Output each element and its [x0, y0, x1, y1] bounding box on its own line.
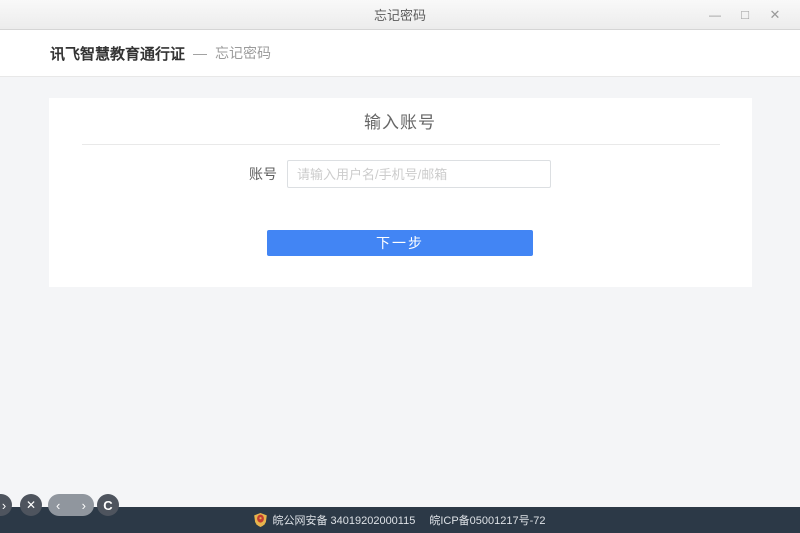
account-input[interactable]	[287, 160, 551, 188]
icp-record-text: 皖ICP备05001217号-72	[429, 512, 545, 528]
history-nav-pill: ‹ ›	[48, 494, 94, 516]
breadcrumb-current: 忘记密码	[215, 43, 271, 63]
bottom-bar: 皖公网安备 34019202000115 皖ICP备05001217号-72	[0, 507, 800, 533]
next-step-button[interactable]: 下一步	[267, 230, 533, 256]
chevron-right-icon: ›	[82, 498, 86, 513]
card-title: 输入账号	[49, 98, 752, 135]
account-form-row: 账号	[49, 160, 752, 188]
card-divider	[82, 144, 720, 145]
forward-button[interactable]: ›	[82, 499, 86, 512]
close-page-button[interactable]: ✕	[20, 494, 42, 516]
window-controls: — □ ✕	[700, 0, 800, 30]
forgot-password-card: 输入账号 账号 下一步	[49, 98, 752, 287]
account-label: 账号	[249, 164, 277, 184]
main-area: 输入账号 账号 下一步	[0, 77, 800, 506]
chevron-left-icon: ‹	[56, 498, 60, 513]
refresh-icon: C	[103, 499, 112, 512]
chevron-right-icon: ›	[2, 499, 6, 512]
window-title: 忘记密码	[374, 5, 426, 24]
minimize-icon[interactable]: —	[700, 0, 730, 30]
app-window: 忘记密码 — □ ✕ 讯飞智慧教育通行证 — 忘记密码 输入账号 账号 下一步 …	[0, 0, 800, 533]
police-record-text: 皖公网安备 34019202000115	[272, 512, 415, 528]
close-window-icon[interactable]: ✕	[760, 0, 790, 30]
header-separator: —	[193, 45, 207, 61]
back-button[interactable]: ‹	[56, 499, 60, 512]
police-badge-icon	[254, 513, 267, 527]
refresh-button[interactable]: C	[97, 494, 119, 516]
brand-title: 讯飞智慧教育通行证	[50, 43, 185, 64]
close-icon: ✕	[26, 499, 36, 511]
page-header: 讯飞智慧教育通行证 — 忘记密码	[0, 30, 800, 77]
maximize-icon[interactable]: □	[730, 0, 760, 30]
title-bar: 忘记密码 — □ ✕	[0, 0, 800, 30]
